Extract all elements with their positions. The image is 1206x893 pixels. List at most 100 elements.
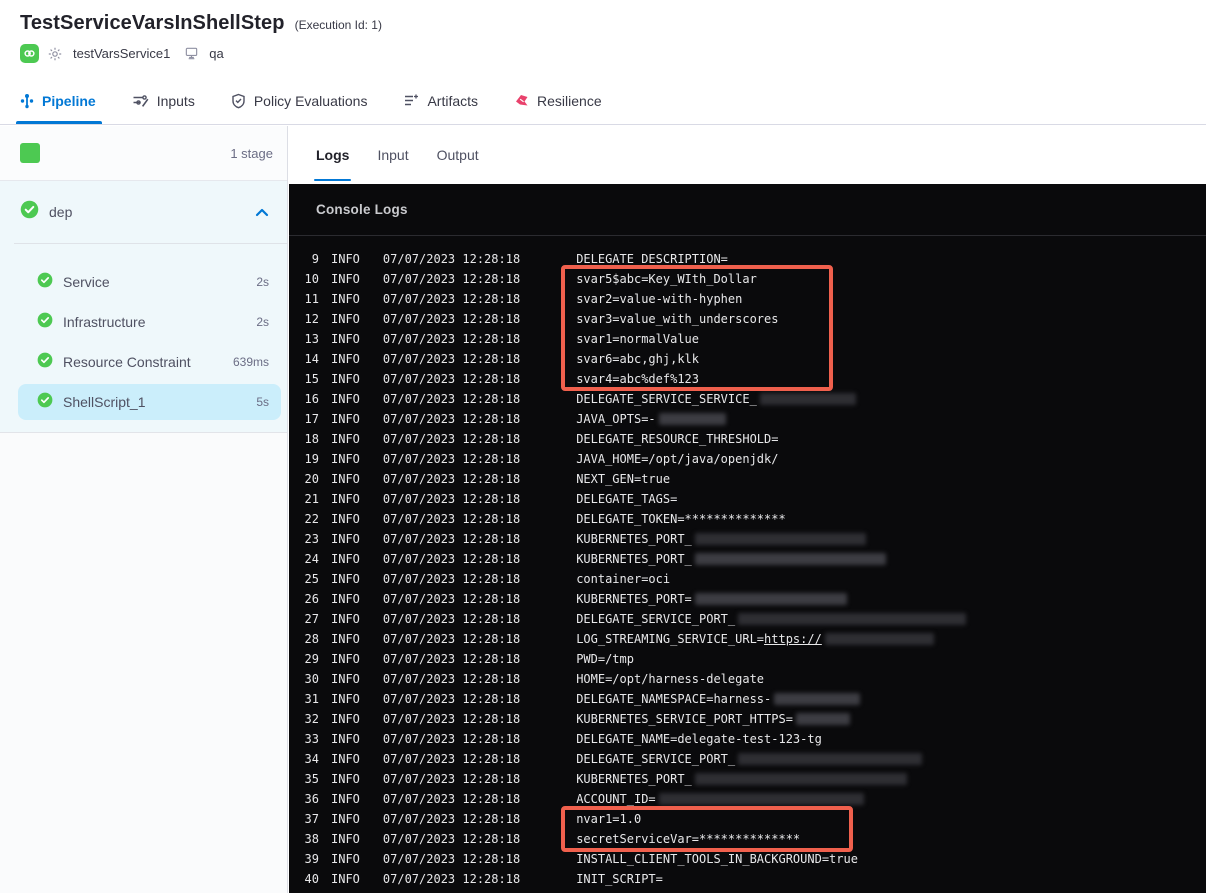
log-level: INFO: [331, 352, 360, 366]
log-timestamp: 07/07/2023 12:28:18: [382, 752, 521, 766]
log-tab-logs[interactable]: Logs: [313, 126, 352, 184]
step-success-icon: [37, 272, 53, 293]
tab-pipeline-label: Pipeline: [42, 92, 96, 109]
log-line: 26 INFO 07/07/2023 12:28:18 KUBERNETES_PORT…: [303, 589, 1206, 609]
stage-header-dep[interactable]: dep: [0, 181, 287, 243]
log-message: DELEGATE_NAME=delegate-test-123-tg: [576, 732, 822, 746]
log-message: DELEGATE_TAGS=: [576, 492, 677, 506]
redacted-text: [658, 413, 726, 425]
log-level: INFO: [331, 872, 360, 886]
step-row-service[interactable]: Service 2s: [18, 264, 281, 300]
log-message: DELEGATE_SERVICE_PORT_: [576, 752, 923, 766]
log-text: KUBERNETES_PORT_: [576, 772, 692, 786]
log-text: DELEGATE_DESCRIPTION=: [576, 252, 728, 266]
line-number: 36: [304, 792, 319, 806]
log-line: 18 INFO 07/07/2023 12:28:18 DELEGATE_RESOUR…: [303, 429, 1206, 449]
service-name[interactable]: testVarsService1: [73, 46, 170, 61]
environment-name[interactable]: qa: [209, 46, 223, 61]
log-lines[interactable]: 9 INFO 07/07/2023 12:28:18 DELEGATE_DESCRIP…: [289, 236, 1206, 893]
artifacts-icon: [403, 93, 419, 108]
log-text: KUBERNETES_PORT_: [576, 532, 692, 546]
step-list: Service 2s Infrastructure 2s Resource Constr…: [0, 244, 287, 420]
log-line: 16 INFO 07/07/2023 12:28:18 DELEGATE_SERVIC…: [303, 389, 1206, 409]
tab-resilience[interactable]: Resilience: [514, 77, 602, 124]
log-level: INFO: [331, 392, 360, 406]
log-level: INFO: [331, 272, 360, 286]
line-number: 20: [304, 472, 319, 486]
log-level: INFO: [331, 332, 360, 346]
redacted-text: [759, 393, 856, 405]
log-timestamp: 07/07/2023 12:28:18: [382, 852, 521, 866]
line-number: 38: [304, 832, 319, 846]
log-timestamp: 07/07/2023 12:28:18: [382, 592, 521, 606]
redacted-text: [658, 793, 864, 805]
log-message: KUBERNETES_SERVICE_PORT_HTTPS=: [576, 712, 850, 726]
log-text: DELEGATE_SERVICE_SERVICE_: [576, 392, 757, 406]
log-message: svar3=value_with_underscores: [576, 312, 778, 326]
chevron-up-icon[interactable]: [255, 208, 269, 217]
log-level: INFO: [331, 612, 360, 626]
redacted-text: [694, 553, 886, 565]
step-row-shellscript-1[interactable]: ShellScript_1 5s: [18, 384, 281, 420]
line-number: 13: [304, 332, 319, 346]
tab-inputs[interactable]: Inputs: [132, 77, 195, 124]
step-row-resource-constraint[interactable]: Resource Constraint 639ms: [18, 344, 281, 380]
log-text: NEXT_GEN=true: [576, 472, 671, 486]
log-message: svar2=value-with-hyphen: [576, 292, 742, 306]
execution-sidebar: 1 stage dep Service 2s Infrastructure 2s Res…: [0, 126, 288, 893]
log-level: INFO: [331, 692, 360, 706]
pipeline-icon: [20, 93, 34, 109]
step-label: Service: [63, 274, 110, 290]
log-line: 15 INFO 07/07/2023 12:28:18 svar4=abc%def%1…: [303, 369, 1206, 389]
log-message: JAVA_HOME=/opt/java/openjdk/: [576, 452, 778, 466]
log-timestamp: 07/07/2023 12:28:18: [382, 312, 521, 326]
log-message: DELEGATE_SERVICE_SERVICE_: [576, 392, 856, 406]
log-link[interactable]: https://: [764, 632, 822, 646]
log-line: 20 INFO 07/07/2023 12:28:18 NEXT_GEN=true: [303, 469, 1206, 489]
log-message: svar5$abc=Key_WIth_Dollar: [576, 272, 757, 286]
service-gear-icon: [47, 46, 63, 62]
log-tab-output[interactable]: Output: [437, 126, 479, 184]
log-line: 36 INFO 07/07/2023 12:28:18 ACCOUNT_ID=: [303, 789, 1206, 809]
log-message: DELEGATE_NAMESPACE=harness-: [576, 692, 861, 706]
line-number: 17: [304, 412, 319, 426]
step-row-infrastructure[interactable]: Infrastructure 2s: [18, 304, 281, 340]
log-tab-input[interactable]: Input: [377, 126, 408, 184]
log-timestamp: 07/07/2023 12:28:18: [382, 572, 521, 586]
tab-pipeline[interactable]: Pipeline: [16, 77, 102, 124]
log-text: secretServiceVar=**************: [576, 832, 801, 846]
tab-policy-evaluations-label: Policy Evaluations: [253, 92, 368, 109]
tab-policy-evaluations[interactable]: Policy Evaluations: [231, 77, 368, 124]
log-line: 37 INFO 07/07/2023 12:28:18 nvar1=1.0: [303, 809, 1206, 829]
log-text: HOME=/opt/harness-delegate: [576, 672, 765, 686]
log-line: 39 INFO 07/07/2023 12:28:18 INSTALL_CLIENT_…: [303, 849, 1206, 869]
log-timestamp: 07/07/2023 12:28:18: [382, 772, 521, 786]
line-number: 19: [304, 452, 319, 466]
log-line: 21 INFO 07/07/2023 12:28:18 DELEGATE_TAGS=: [303, 489, 1206, 509]
log-timestamp: 07/07/2023 12:28:18: [382, 432, 521, 446]
redacted-text: [774, 693, 861, 705]
log-line: 32 INFO 07/07/2023 12:28:18 KUBERNETES_SERV…: [303, 709, 1206, 729]
resilience-icon: [514, 93, 529, 108]
log-line: 38 INFO 07/07/2023 12:28:18 secretServiceVa…: [303, 829, 1206, 849]
log-text: svar6=abc,ghj,klk: [576, 352, 700, 366]
log-level: INFO: [331, 252, 360, 266]
log-timestamp: 07/07/2023 12:28:18: [382, 872, 521, 886]
log-text: svar1=normalValue: [576, 332, 700, 346]
stage-status-square[interactable]: [20, 143, 40, 163]
log-level: INFO: [331, 312, 360, 326]
log-message: INSTALL_CLIENT_TOOLS_IN_BACKGROUND=true: [576, 852, 858, 866]
log-timestamp: 07/07/2023 12:28:18: [382, 552, 521, 566]
log-message: LOG_STREAMING_SERVICE_URL= https://: [576, 632, 934, 646]
log-level: INFO: [331, 632, 360, 646]
line-number: 35: [304, 772, 319, 786]
tab-artifacts[interactable]: Artifacts: [403, 77, 478, 124]
log-level: INFO: [331, 772, 360, 786]
log-line: 22 INFO 07/07/2023 12:28:18 DELEGATE_TOKEN=…: [303, 509, 1206, 529]
log-level: INFO: [331, 492, 360, 506]
log-timestamp: 07/07/2023 12:28:18: [382, 792, 521, 806]
log-level: INFO: [331, 412, 360, 426]
step-success-icon: [37, 312, 53, 333]
log-level: INFO: [331, 532, 360, 546]
page-title: TestServiceVarsInShellStep: [20, 12, 285, 34]
